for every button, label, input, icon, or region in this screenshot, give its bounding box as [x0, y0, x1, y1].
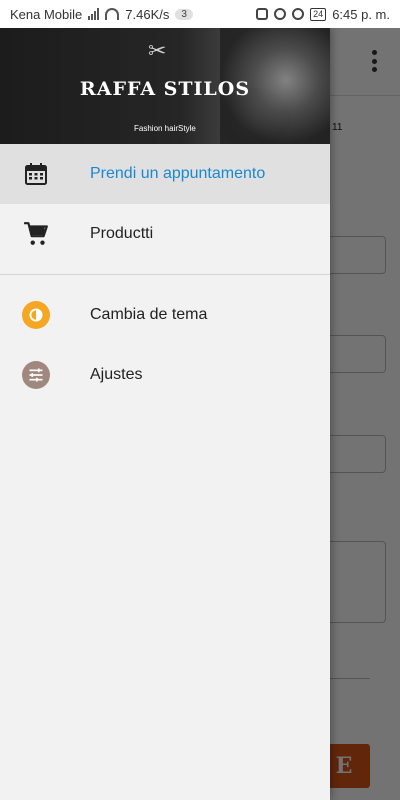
- drawer-header: ✂ RAFFA STILOS Fashion hairStyle: [0, 28, 330, 144]
- menu-item-settings[interactable]: Ajustes: [0, 345, 330, 405]
- notification-count: 3: [175, 8, 193, 20]
- signal-icon: [88, 8, 100, 20]
- cart-icon: [22, 220, 50, 248]
- brand-title: RAFFA STILOS: [79, 78, 251, 100]
- menu-label-appointment: Prendi un appuntamento: [90, 165, 266, 182]
- theme-icon: [22, 301, 50, 329]
- scissors-icon: ✂: [148, 38, 167, 63]
- menu-item-appointment[interactable]: Prendi un appuntamento: [0, 144, 330, 204]
- clock: 6:45 p. m.: [332, 6, 390, 22]
- menu-label-theme: Cambia de tema: [90, 306, 208, 323]
- menu-label-settings: Ajustes: [90, 366, 143, 383]
- menu-item-theme[interactable]: Cambia de tema: [0, 285, 330, 345]
- menu-label-products: Productti: [90, 225, 154, 242]
- calendar-icon: [22, 160, 50, 188]
- menu-item-products[interactable]: Productti: [0, 204, 330, 264]
- mute-icon: [292, 8, 305, 20]
- sim-icon: [256, 8, 269, 20]
- carrier-name: Kena Mobile: [10, 6, 83, 22]
- status-bar: Kena Mobile 7.46K/s 3 24 6:45 p. m.: [0, 0, 400, 28]
- network-speed: 7.46K/s: [125, 6, 170, 22]
- settings-sliders-icon: [22, 361, 50, 389]
- battery-icon: 24: [310, 7, 327, 21]
- alarm-icon: [274, 8, 287, 20]
- wifi-icon: [105, 8, 120, 20]
- navigation-drawer: ✂ RAFFA STILOS Fashion hairStyle Prendi …: [0, 28, 330, 800]
- drawer-divider: [0, 274, 330, 275]
- brand-tagline: Fashion hairStyle: [134, 124, 196, 133]
